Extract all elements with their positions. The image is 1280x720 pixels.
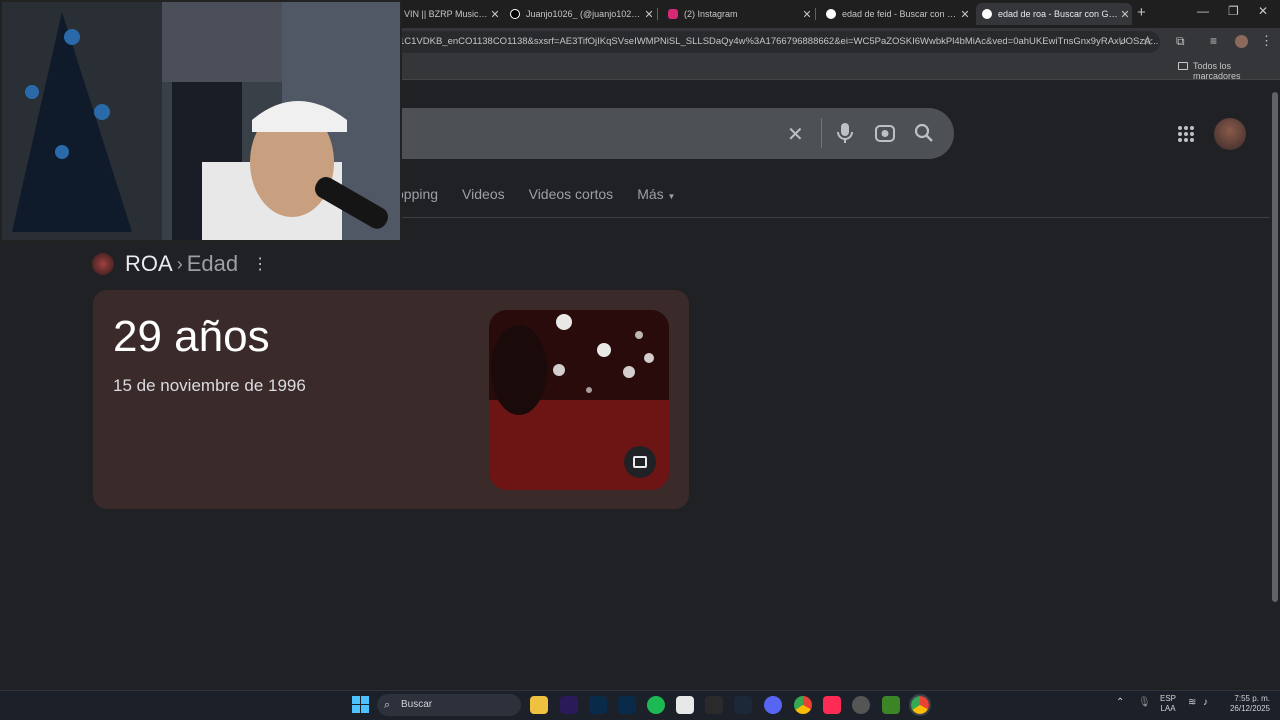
chrome-icon[interactable]	[794, 696, 812, 714]
clear-search-icon[interactable]: ✕	[787, 122, 804, 147]
wifi-icon[interactable]: ≋	[1188, 697, 1196, 708]
breadcrumb-separator: ›	[176, 253, 183, 274]
tab-short-videos[interactable]: Videos cortos	[529, 186, 614, 208]
tiktok-taskbar-icon[interactable]	[823, 696, 841, 714]
clock-time: 7:55 p. m.	[1234, 694, 1270, 703]
close-tab-icon[interactable]: ✕	[642, 8, 656, 21]
volume-icon[interactable]: ♪	[1203, 697, 1208, 708]
chrome-active-icon[interactable]	[909, 694, 931, 716]
tab-divider	[657, 8, 658, 20]
epic-games-icon[interactable]	[705, 696, 723, 714]
birth-date: 15 de noviembre de 1996	[113, 376, 306, 395]
search-icon[interactable]	[914, 123, 934, 143]
zoom-icon[interactable]: ⌕	[1120, 34, 1127, 49]
search-input[interactable]	[380, 108, 954, 159]
tab-title: edad de roa - Buscar con Goog	[998, 9, 1118, 19]
taskbar-search-icon: ⌕	[384, 699, 391, 711]
bookmark-star-icon[interactable]: ☆	[1142, 33, 1154, 49]
taskbar-search[interactable]: ⌕ Buscar	[377, 694, 521, 716]
tab-title: Juanjo1026_ (@juanjo1026_) | T	[526, 9, 642, 19]
premiere-icon[interactable]	[560, 696, 578, 714]
photoshop-icon[interactable]	[589, 696, 607, 714]
search-tabs: opping Videos Videos cortos Más ▼	[396, 186, 699, 208]
search-divider	[821, 118, 822, 148]
profile-avatar[interactable]	[1235, 35, 1248, 48]
close-window-icon[interactable]: ✕	[1258, 4, 1268, 18]
keyboard-layout: LAA	[1160, 704, 1176, 713]
microphone-tray-icon[interactable]: 🎙	[1138, 697, 1151, 708]
age-value: 29 años	[113, 312, 270, 361]
close-tab-icon[interactable]: ✕	[1118, 8, 1132, 21]
browser-tab[interactable]: Juanjo1026_ (@juanjo1026_) | T ✕	[504, 3, 656, 25]
microphone-icon[interactable]	[836, 122, 854, 144]
taskbar-search-label: Buscar	[401, 699, 433, 710]
browser-tab[interactable]: VIN || BZRP Music Se ✕	[398, 3, 502, 25]
breadcrumb: ROA › Edad ⋮	[92, 250, 268, 278]
clock[interactable]: 7:55 p. m. 26/12/2025	[1222, 694, 1270, 714]
close-tab-icon[interactable]: ✕	[488, 8, 502, 21]
tab-more-label: Más	[637, 186, 664, 202]
close-tab-icon[interactable]: ✕	[958, 8, 972, 21]
close-tab-icon[interactable]: ✕	[800, 8, 814, 21]
address-bar[interactable]: 1C1VDKB_enCO1138CO1138&sxsrf=AE3TifOjIKq…	[395, 31, 1160, 53]
tabs-divider	[380, 217, 1270, 218]
taskbar	[0, 690, 1280, 720]
extensions-icon[interactable]: ⧉	[1176, 34, 1185, 49]
new-tab-button[interactable]: +	[1137, 4, 1146, 21]
app-icon[interactable]	[852, 696, 870, 714]
app-icon[interactable]	[676, 696, 694, 714]
dropdown-arrow-icon: ▼	[667, 192, 676, 201]
media-control-icon[interactable]: ≡	[1210, 34, 1217, 48]
language-indicator[interactable]: ESP LAA	[1160, 694, 1176, 714]
tab-videos[interactable]: Videos	[462, 186, 505, 208]
entity-name[interactable]: ROA	[125, 251, 173, 277]
restore-icon[interactable]: ❐	[1228, 4, 1239, 18]
tab-more[interactable]: Más ▼	[637, 186, 675, 208]
more-options-icon[interactable]: ⋮	[252, 254, 268, 274]
instagram-icon	[668, 9, 678, 19]
image-gallery-button[interactable]	[624, 446, 656, 478]
folder-icon	[1178, 62, 1188, 70]
steam-icon[interactable]	[734, 696, 752, 714]
tab-divider	[815, 8, 816, 20]
image-icon	[633, 456, 647, 468]
entity-photo[interactable]	[489, 310, 669, 490]
browser-tab[interactable]: (2) Instagram ✕	[662, 3, 814, 25]
apps-grid-icon[interactable]	[1177, 125, 1195, 143]
minecraft-icon[interactable]	[882, 696, 900, 714]
attribute-name: Edad	[186, 251, 239, 276]
scrollbar-thumb[interactable]	[1272, 92, 1278, 602]
tab-shopping[interactable]: opping	[396, 186, 438, 208]
all-bookmarks-link[interactable]: Todos los marcadores	[1193, 61, 1280, 81]
lang-code: ESP	[1160, 694, 1177, 703]
webcam-feed-image	[2, 2, 400, 240]
lens-camera-icon[interactable]	[874, 123, 896, 143]
browser-tab[interactable]: edad de feid - Buscar con Goog ✕	[820, 3, 972, 25]
webcam-overlay	[0, 0, 402, 242]
minimize-icon[interactable]: —	[1197, 4, 1209, 18]
account-avatar[interactable]	[1214, 118, 1246, 150]
google-icon	[982, 9, 992, 19]
file-explorer-icon[interactable]	[530, 696, 548, 714]
discord-icon[interactable]	[764, 696, 782, 714]
tab-title: edad de feid - Buscar con Goog	[842, 9, 958, 19]
tiktok-icon	[510, 9, 520, 19]
menu-icon[interactable]: ⋮	[1260, 33, 1273, 49]
tab-title: VIN || BZRP Music Se	[404, 9, 488, 19]
browser-tab-active[interactable]: edad de roa - Buscar con Goog ✕	[976, 3, 1132, 25]
entity-thumbnail[interactable]	[92, 253, 114, 275]
tab-title: (2) Instagram	[684, 9, 738, 19]
spotify-icon[interactable]	[647, 696, 665, 714]
start-icon[interactable]	[352, 696, 369, 713]
clock-date: 26/12/2025	[1229, 704, 1270, 713]
system-tray-chevron-icon[interactable]: ⌃	[1116, 697, 1124, 708]
lightroom-icon[interactable]	[618, 696, 636, 714]
google-icon	[826, 9, 836, 19]
